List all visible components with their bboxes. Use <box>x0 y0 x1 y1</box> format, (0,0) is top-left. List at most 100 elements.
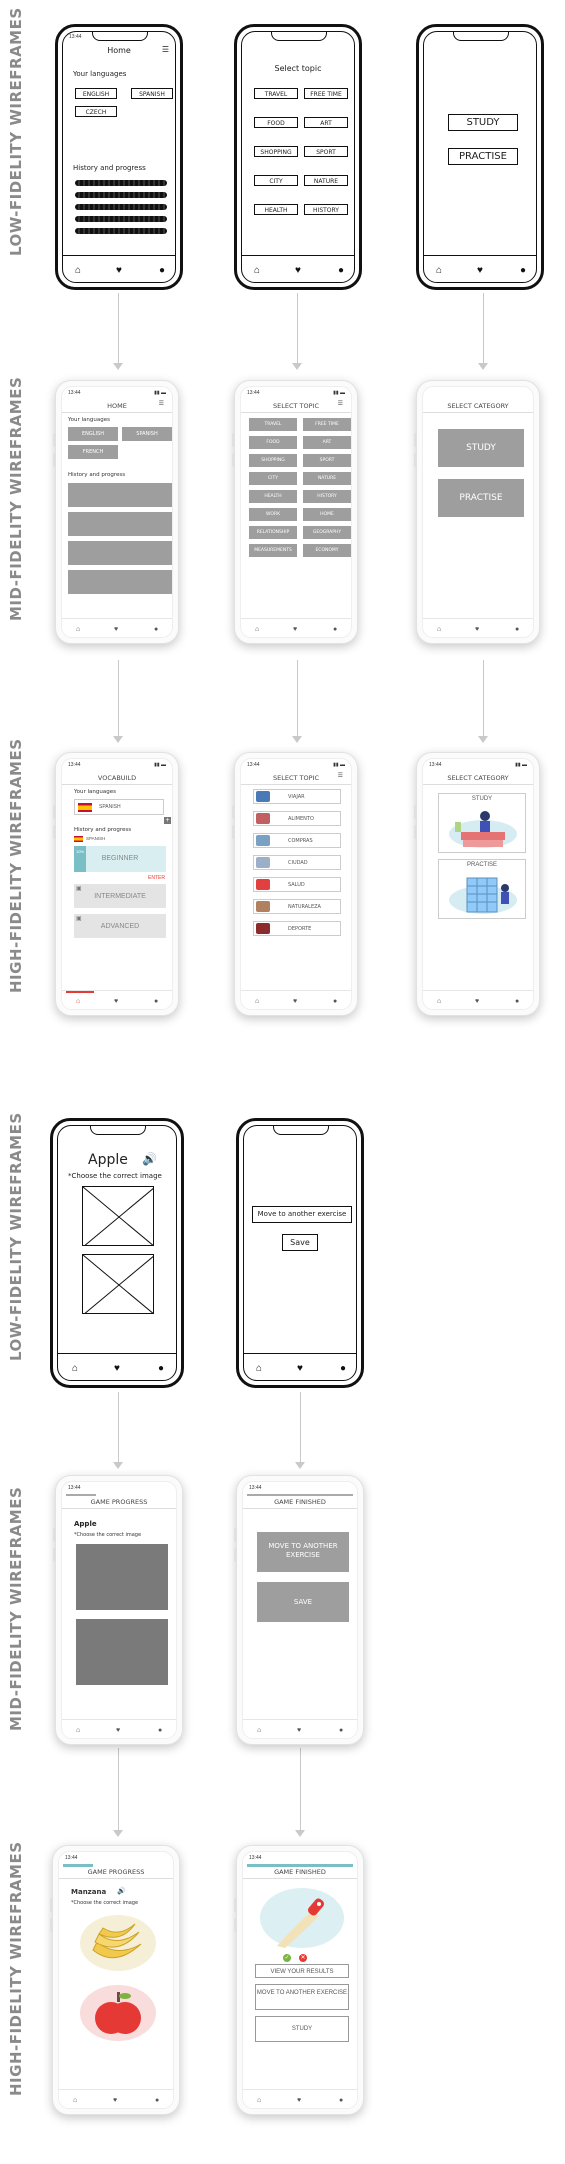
topic-chip[interactable]: SHOPPING <box>254 146 298 157</box>
bananas-image-option[interactable] <box>75 1910 161 1976</box>
heart-icon[interactable]: ♥ <box>297 1727 301 1734</box>
topic-chip[interactable]: ART <box>304 117 348 128</box>
user-icon[interactable]: ● <box>155 2097 159 2104</box>
image-option-2[interactable] <box>76 1619 168 1685</box>
topic-button[interactable]: ECONOMY <box>303 544 351 557</box>
practise-card[interactable]: PRACTISE <box>438 859 526 919</box>
topic-button[interactable]: MEASUREMENTS <box>249 544 297 557</box>
history-card[interactable] <box>68 541 172 565</box>
practise-button[interactable]: PRACTISE <box>438 479 524 517</box>
filter-icon[interactable]: ☰ <box>338 400 343 407</box>
language-french[interactable]: FRENCH <box>68 445 118 459</box>
home-icon[interactable]: ⌂ <box>254 265 260 276</box>
topic-chip[interactable]: SPORT <box>304 146 348 157</box>
topic-item[interactable]: NATURALEZA <box>253 899 341 914</box>
topic-button[interactable]: NATURE <box>303 472 351 485</box>
topic-item[interactable]: DEPORTE <box>253 921 341 936</box>
topic-item[interactable]: COMPRAS <box>253 833 341 848</box>
save-button[interactable]: SAVE <box>257 1582 349 1622</box>
topic-button[interactable]: FREE TIME <box>303 418 351 431</box>
topic-item[interactable]: VIAJAR <box>253 789 341 804</box>
user-icon[interactable]: ● <box>338 265 344 276</box>
topic-button[interactable]: GEOGRAPHY <box>303 526 351 539</box>
user-icon[interactable]: ● <box>515 626 519 633</box>
topic-button[interactable]: HISTORY <box>303 490 351 503</box>
heart-icon[interactable]: ♥ <box>114 1363 120 1374</box>
user-icon[interactable]: ● <box>515 998 519 1005</box>
user-icon[interactable]: ● <box>333 626 337 633</box>
filter-icon[interactable]: ☰ <box>338 772 343 779</box>
home-icon[interactable]: ⌂ <box>72 1363 78 1374</box>
user-icon[interactable]: ● <box>340 1363 346 1374</box>
home-icon[interactable]: ⌂ <box>255 998 259 1005</box>
topic-item[interactable]: SALUD <box>253 877 341 892</box>
home-icon[interactable]: ⌂ <box>255 626 259 633</box>
topic-chip[interactable]: NATURE <box>304 175 348 186</box>
heart-icon[interactable]: ♥ <box>475 626 479 633</box>
view-results-button[interactable]: VIEW YOUR RESULTS <box>255 1964 349 1978</box>
home-icon[interactable]: ⌂ <box>257 2097 261 2104</box>
home-icon[interactable]: ⌂ <box>73 2097 77 2104</box>
heart-icon[interactable]: ♥ <box>297 1363 303 1374</box>
user-icon[interactable]: ● <box>520 265 526 276</box>
enter-link[interactable]: ENTER <box>148 875 165 881</box>
move-to-another-exercise-button[interactable]: Move to another exercise <box>252 1206 352 1223</box>
home-icon[interactable]: ⌂ <box>256 1363 262 1374</box>
user-icon[interactable]: ● <box>333 998 337 1005</box>
topic-button[interactable]: HOME <box>303 508 351 521</box>
topic-button[interactable]: SPORT <box>303 454 351 467</box>
user-icon[interactable]: ● <box>339 1727 343 1734</box>
home-icon[interactable]: ⌂ <box>75 265 81 276</box>
topic-item[interactable]: CIUDAD <box>253 855 341 870</box>
image-option-1[interactable] <box>76 1544 168 1610</box>
user-icon[interactable]: ● <box>154 626 158 633</box>
save-button[interactable]: Save <box>282 1234 318 1251</box>
practise-button[interactable]: PRACTISE <box>448 148 518 165</box>
topic-chip[interactable]: FOOD <box>254 117 298 128</box>
topic-button[interactable]: SHOPPING <box>249 454 297 467</box>
heart-icon[interactable]: ♥ <box>116 265 122 276</box>
level-intermediate-card[interactable]: INTERMEDIATE <box>74 884 166 908</box>
heart-icon[interactable]: ♥ <box>475 998 479 1005</box>
topic-chip[interactable]: HISTORY <box>304 204 348 215</box>
move-to-another-exercise-button[interactable]: MOVE TO ANOTHER EXERCISE <box>255 1984 349 2010</box>
heart-icon[interactable]: ♥ <box>114 998 118 1005</box>
apple-image-option[interactable] <box>75 1980 161 2044</box>
topic-button[interactable]: ART <box>303 436 351 449</box>
topic-button[interactable]: TRAVEL <box>249 418 297 431</box>
study-button[interactable]: STUDY <box>438 429 524 467</box>
move-to-another-exercise-button[interactable]: MOVE TO ANOTHER EXERCISE <box>257 1532 349 1572</box>
history-card[interactable] <box>68 570 172 594</box>
filter-icon[interactable]: ☰ <box>162 45 169 54</box>
heart-icon[interactable]: ♥ <box>297 2097 301 2104</box>
home-icon[interactable]: ⌂ <box>76 1727 80 1734</box>
heart-icon[interactable]: ♥ <box>295 265 301 276</box>
topic-chip[interactable]: CITY <box>254 175 298 186</box>
language-chip-english[interactable]: ENGLISH <box>75 88 117 99</box>
topic-button[interactable]: FOOD <box>249 436 297 449</box>
language-card-spanish[interactable]: SPANISH <box>74 799 164 815</box>
image-option-1[interactable] <box>82 1186 154 1246</box>
topic-button[interactable]: WORK <box>249 508 297 521</box>
topic-button[interactable]: CITY <box>249 472 297 485</box>
topic-button[interactable]: HEALTH <box>249 490 297 503</box>
heart-icon[interactable]: ♥ <box>113 2097 117 2104</box>
history-card[interactable] <box>68 483 172 507</box>
home-icon[interactable]: ⌂ <box>257 1727 261 1734</box>
study-card[interactable]: STUDY <box>438 793 526 853</box>
heart-icon[interactable]: ♥ <box>293 998 297 1005</box>
language-chip-spanish[interactable]: SPANISH <box>131 88 173 99</box>
user-icon[interactable]: ● <box>339 2097 343 2104</box>
home-icon[interactable]: ⌂ <box>437 626 441 633</box>
user-icon[interactable]: ● <box>158 1363 164 1374</box>
user-icon[interactable]: ● <box>159 265 165 276</box>
filter-icon[interactable]: ☰ <box>159 400 164 407</box>
language-spanish[interactable]: SPANISH <box>122 427 172 441</box>
user-icon[interactable]: ● <box>154 998 158 1005</box>
topic-chip[interactable]: FREE TIME <box>304 88 348 99</box>
home-icon[interactable]: ⌂ <box>436 265 442 276</box>
level-beginner-card[interactable]: BEGINNER <box>74 846 166 872</box>
level-advanced-card[interactable]: ADVANCED <box>74 914 166 938</box>
speaker-icon[interactable]: 🔊 <box>117 1887 126 1895</box>
user-icon[interactable]: ● <box>158 1727 162 1734</box>
